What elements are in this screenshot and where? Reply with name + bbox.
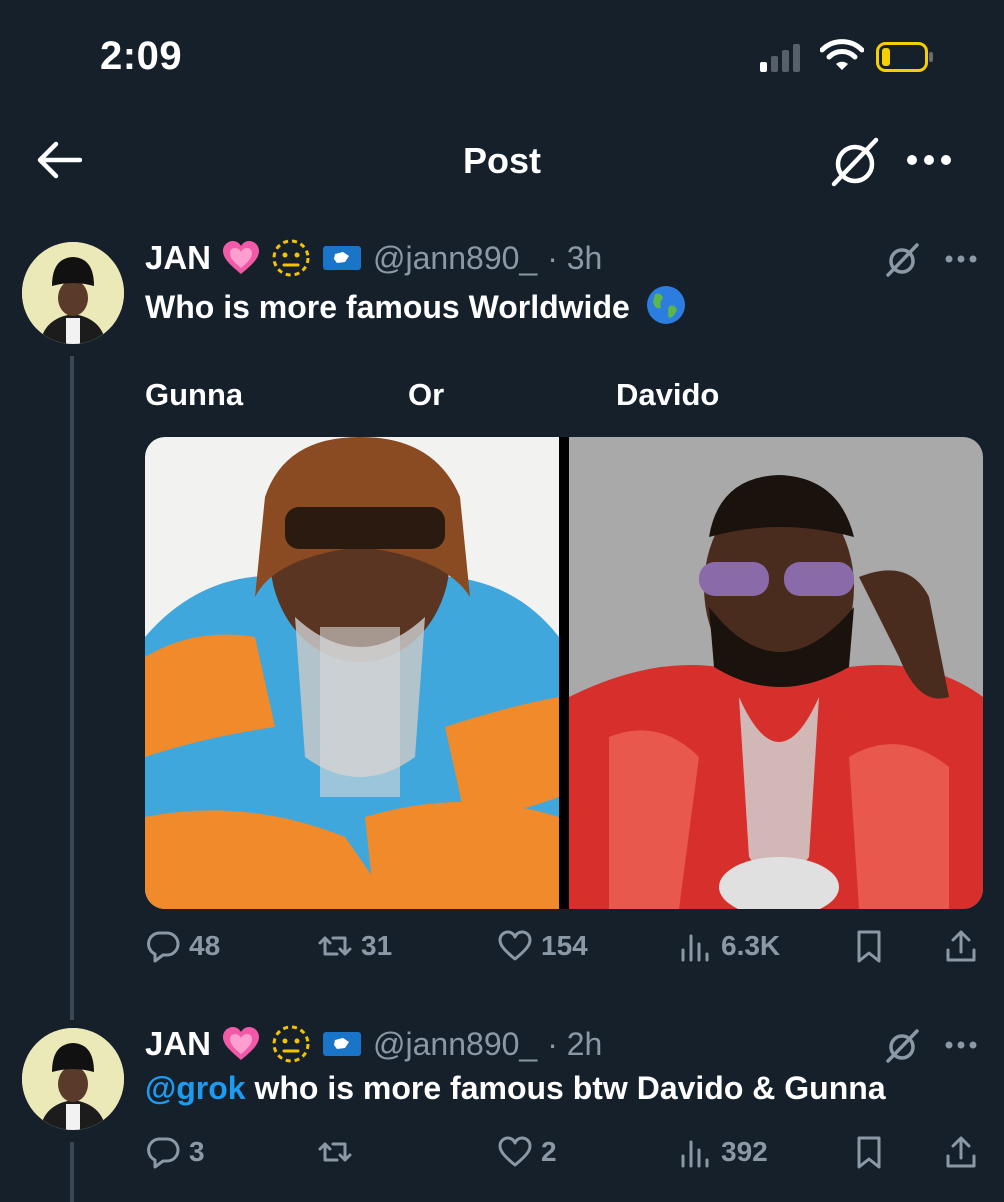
media-image-right[interactable] [569,437,983,909]
author-handle[interactable]: @jann890_ [373,1026,537,1063]
post-more-icon[interactable] [944,1038,978,1052]
repost-icon [318,936,352,956]
post-text: Who is more famous Worldwide [145,284,687,326]
avatar-image [22,242,124,344]
bookmark-icon [857,1136,881,1169]
more-options-icon[interactable] [906,150,952,170]
grok-icon[interactable] [884,1028,920,1064]
cellular-signal-icon [760,44,800,72]
avatar[interactable] [22,1028,124,1130]
gunna-photo [145,437,559,909]
media-image-left[interactable] [145,437,559,909]
post-actions: 3 2 392 [145,1134,985,1174]
views-count: 6.3K [721,930,781,961]
battery-icon [876,42,933,72]
like-count: 2 [541,1136,557,1167]
option-left-label: Gunna [145,377,244,412]
flag-icon [323,1032,362,1056]
share-icon [946,1136,976,1168]
like-icon [498,930,532,961]
grok-icon[interactable] [884,242,920,278]
like-count: 154 [541,930,588,961]
dotted-line-face-emoji [272,1025,310,1063]
views-icon [681,1140,709,1168]
bookmark-button[interactable] [851,928,887,964]
post-author-row: JAN @jann890_ · 3h [145,238,602,278]
status-time: 2:09 [100,34,183,78]
option-right-label: Davido [616,377,720,412]
reply-icon [147,931,180,963]
views-button[interactable]: 392 [677,1134,768,1170]
post-text: @grok who is more famous btw Davido & Gu… [145,1070,886,1107]
share-button[interactable] [943,928,979,964]
grok-icon[interactable] [828,136,882,188]
globe-emoji [646,286,685,324]
post-more-icon[interactable] [944,252,978,266]
heart-emoji [223,1027,260,1060]
post-text-content: Who is more famous Worldwide [145,289,630,325]
author-name[interactable]: JAN [145,1025,211,1063]
post-actions: 48 31 154 6.3K [145,928,985,968]
views-icon [681,934,709,962]
like-button[interactable]: 154 [497,928,588,964]
post-timestamp[interactable]: · 3h [547,240,602,277]
avatar-image [22,1028,124,1130]
author-handle[interactable]: @jann890_ [373,240,537,277]
mention-link[interactable]: @grok [145,1070,246,1106]
share-icon [946,930,976,962]
wifi-icon [820,39,864,70]
avatar[interactable] [22,242,124,344]
flag-icon [323,246,362,270]
thread-connector-line [70,1142,74,1202]
post-text-content: who is more famous btw Davido & Gunna [245,1070,886,1106]
bookmark-icon [857,930,881,963]
post-timestamp[interactable]: · 2h [547,1026,602,1063]
repost-button[interactable]: 31 [317,928,392,964]
reply-button[interactable]: 48 [145,928,220,964]
post-media[interactable] [145,437,983,909]
heart-emoji [223,241,260,274]
repost-count: 31 [361,930,393,961]
reply-button[interactable]: 3 [145,1134,205,1170]
like-icon [498,1136,532,1167]
like-button[interactable]: 2 [497,1134,557,1170]
reply-icon [147,1137,180,1169]
share-button[interactable] [943,1134,979,1170]
reply-count: 3 [189,1136,205,1167]
author-name[interactable]: JAN [145,239,211,277]
bookmark-button[interactable] [851,1134,887,1170]
views-button[interactable]: 6.3K [677,928,780,964]
views-count: 392 [721,1136,768,1167]
reply-count: 48 [189,930,221,961]
repost-icon [318,1142,352,1162]
post-author-row: JAN @jann890_ · 2h [145,1024,602,1064]
thread-connector-line [70,356,74,1020]
dotted-line-face-emoji [272,239,310,277]
davido-photo [569,437,983,909]
option-mid-label: Or [408,377,445,412]
repost-button[interactable] [317,1134,361,1170]
